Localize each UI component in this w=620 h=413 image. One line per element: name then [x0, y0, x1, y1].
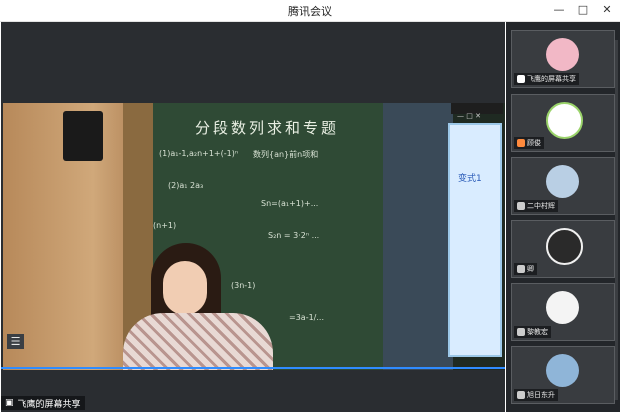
avatar	[546, 165, 579, 198]
camera-icon	[63, 111, 103, 161]
presenter-name: 飞鹰的屏幕共享	[17, 399, 81, 410]
door	[383, 103, 453, 370]
mic-icon	[517, 265, 525, 273]
participant-name: 黎教宏	[527, 328, 548, 336]
share-indicator-line	[1, 367, 505, 369]
screen-share-icon	[517, 75, 525, 83]
participant-tile[interactable]: 黎教宏	[511, 283, 615, 341]
board-line: S₂n = 3·2ⁿ ...	[268, 231, 320, 240]
mic-icon	[517, 328, 525, 336]
screen-share-icon: ▣	[5, 398, 14, 408]
avatar	[546, 228, 583, 265]
camera-off-icon	[517, 139, 525, 147]
participant-list: 飞鹰的屏幕共享 顾俊 二中村辉 卿 黎教宏 旭日东升	[506, 22, 620, 412]
avatar	[546, 38, 579, 71]
participant-name: 旭日东升	[527, 391, 555, 399]
board-line: (2)a₁ 2a₃	[168, 181, 204, 190]
participant-name: 顾俊	[527, 139, 541, 147]
sidebar-scrollbar[interactable]	[615, 40, 618, 400]
member-list-icon[interactable]: ☰	[7, 334, 24, 349]
board-line: =3a-1/...	[289, 313, 324, 322]
board-line: (n+1)	[153, 221, 177, 230]
board-title: 分段数列求和专题	[195, 119, 340, 137]
mic-icon	[517, 202, 525, 210]
maximize-button[interactable]: □	[573, 2, 593, 18]
avatar	[546, 102, 583, 139]
title-bar: 腾讯会议 — □ ✕	[0, 0, 620, 22]
shared-screen-area: 变式1 — □ ✕ 分段数列求和专题 (1)a₁-1,a₂n+1+(-1)ⁿ (…	[1, 22, 505, 412]
classroom-video: 变式1 — □ ✕ 分段数列求和专题 (1)a₁-1,a₂n+1+(-1)ⁿ (…	[3, 103, 505, 370]
avatar	[546, 354, 579, 387]
presenter-person	[113, 243, 283, 370]
mic-icon	[517, 391, 525, 399]
minimize-button[interactable]: —	[549, 2, 569, 18]
mini-window-controls[interactable]: — □ ✕	[451, 103, 503, 120]
participant-tile[interactable]: 顾俊	[511, 94, 615, 152]
window-title: 腾讯会议	[288, 5, 332, 18]
participant-tile[interactable]: 飞鹰的屏幕共享	[511, 30, 615, 88]
participant-name: 飞鹰的屏幕共享	[527, 75, 576, 83]
close-button[interactable]: ✕	[597, 2, 617, 18]
participant-tile[interactable]: 卿	[511, 220, 615, 278]
participant-tile[interactable]: 二中村辉	[511, 157, 615, 215]
participant-name: 二中村辉	[527, 202, 555, 210]
board-line: Sn=(a₁+1)+...	[261, 199, 319, 208]
monitor-text: 变式1	[458, 174, 482, 184]
avatar	[546, 291, 579, 324]
participant-tile[interactable]: 旭日东升	[511, 346, 615, 404]
monitor-screen: 变式1	[448, 123, 502, 357]
participant-name: 卿	[527, 265, 534, 273]
board-line: 数列{an}前n项和	[253, 150, 319, 159]
presenter-namebar: ▣ 飞鹰的屏幕共享	[1, 396, 85, 410]
board-line: (1)a₁-1,a₂n+1+(-1)ⁿ	[159, 149, 239, 158]
